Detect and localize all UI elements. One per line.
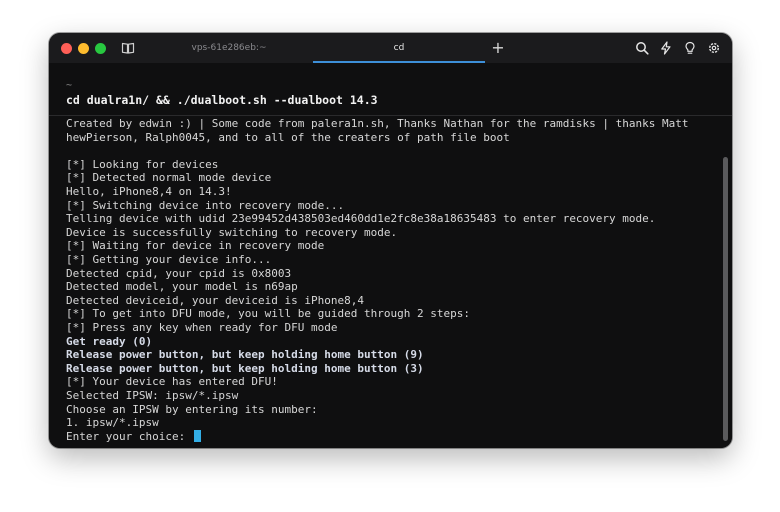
bulb-icon[interactable] [683,41,697,55]
output-line: hewPierson, Ralph0045, and to all of the… [66,131,510,145]
book-icon[interactable] [121,41,135,55]
output-line: Detected model, your model is n69ap [66,280,298,294]
output-line-text: [*] Press any key when ready for DFU mod… [66,321,338,334]
search-icon[interactable] [635,41,649,55]
output-line-text: [*] Getting your device info... [66,253,272,266]
output-line: Choose an IPSW by entering its number: [66,403,318,417]
output-line: Get ready (0) [66,335,152,349]
minimize-window-button[interactable] [78,43,89,54]
lightning-icon[interactable] [659,41,673,55]
title-bar: vps-61e286eb:~ cd + [49,33,732,63]
scrollbar[interactable] [723,117,728,443]
output-line: Detected cpid, your cpid is 0x8003 [66,267,291,281]
output-line-text: [*] Waiting for device in recovery mode [66,239,325,253]
output-line: [*] Waiting for device in recovery mode [66,239,324,253]
terminal-window: vps-61e286eb:~ cd + ~ cd dualra1n/ && ./… [49,33,732,448]
output-line: Release power button, but keep holding h… [66,348,424,362]
output-line-text: Release power button, but keep holding h… [66,361,424,375]
output-line-text: [*] Detected normal mode device [66,171,272,185]
tab-vps[interactable]: vps-61e286eb:~ [145,33,313,63]
output-line: 1. ipsw/*.ipsw [66,416,159,430]
output-line: Selected IPSW: ipsw/*.ipsw [66,389,238,403]
tab-cd[interactable]: cd [313,33,485,63]
terminal-output[interactable]: ~ cd dualra1n/ && ./dualboot.sh --dualbo… [49,63,732,448]
tab-label: vps-61e286eb:~ [191,43,267,53]
output-line: Enter your choice: [66,429,201,444]
output-line-text: Release power button, but keep holding h… [66,348,424,362]
output-line: Detected deviceid, your deviceid is iPho… [66,294,364,308]
output-line: [*] Getting your device info... [66,253,271,267]
output-line: Created by edwin :) | Some code from pal… [66,117,689,131]
output-line-text: Telling device with udid 23e99452d438503… [66,212,656,226]
gear-icon[interactable] [707,41,721,55]
output-line-text: [*] Looking for devices [66,157,219,171]
output-line-text: Selected IPSW: ipsw/*.ipsw [66,389,239,402]
output-line: Hello, iPhone8,4 on 14.3! [66,185,232,199]
output-line-text: Detected deviceid, your deviceid is iPho… [66,293,365,307]
scrollbar-thumb[interactable] [723,157,728,441]
output-line: Device is successfully switching to reco… [66,226,397,240]
output-line: [*] Switching device into recovery mode.… [66,199,344,213]
output-line-text: [*] To get into DFU mode, you will be gu… [66,307,470,321]
close-window-button[interactable] [61,43,72,54]
zoom-window-button[interactable] [95,43,106,54]
output-line-text: Enter your choice: [66,429,192,443]
output-line-text: Detected cpid, your cpid is 0x8003 [66,266,292,280]
output-line: [*] Looking for devices [66,158,218,172]
output-line-text: [*] Switching device into recovery mode.… [66,198,345,212]
tab-label: cd [393,43,405,53]
new-tab-button[interactable]: + [489,39,507,57]
output-line: [*] Detected normal mode device [66,171,271,185]
output-line-text: [*] Your device has entered DFU! [66,375,278,389]
prompt-directory: ~ [66,80,73,91]
output-line: [*] Your device has entered DFU! [66,375,278,389]
output-line-text: Hello, iPhone8,4 on 14.3! [66,185,232,198]
output-line-text: hewPierson, Ralph0045, and to all of the… [66,130,510,144]
output-line: Telling device with udid 23e99452d438503… [66,212,655,226]
output-line-text: Choose an IPSW by entering its number: [66,402,318,416]
output-line-text: Created by edwin :) | Some code from pal… [66,117,689,130]
output-line-text: 1. ipsw/*.ipsw [66,416,159,430]
output-line-text: Detected model, your model is n69ap [66,280,298,294]
output-line: [*] To get into DFU mode, you will be gu… [66,307,470,321]
output-line-text: Get ready (0) [66,334,153,348]
command-text: cd dualra1n/ && ./dualboot.sh --dualboot… [66,93,378,107]
output-line: Release power button, but keep holding h… [66,362,424,376]
command-block-header: ~ cd dualra1n/ && ./dualboot.sh --dualbo… [49,63,732,116]
input-cursor[interactable] [193,429,201,442]
output-line-text: Device is successfully switching to reco… [66,225,398,239]
output-line: [*] Press any key when ready for DFU mod… [66,321,338,335]
